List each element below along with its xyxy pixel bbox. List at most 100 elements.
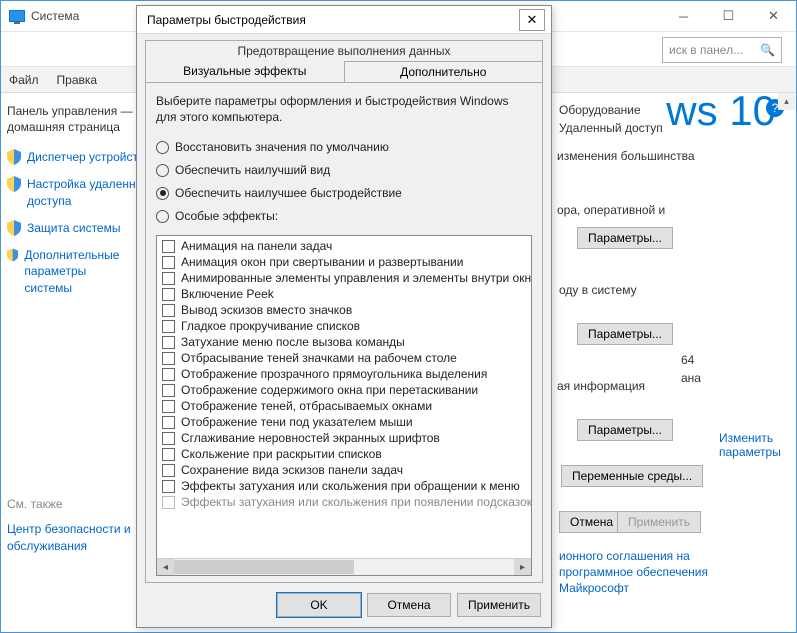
dialog-description: Выберите параметры оформления и быстроде…: [156, 93, 532, 125]
license-line-1[interactable]: ионного соглашения на: [559, 549, 690, 563]
check-item[interactable]: Включение Peek: [159, 286, 529, 302]
checkbox-icon[interactable]: [162, 384, 175, 397]
checkbox-icon[interactable]: [162, 256, 175, 269]
info-snip-5: 64: [681, 351, 694, 369]
check-item[interactable]: Скольжение при раскрытии списков: [159, 446, 529, 462]
dialog-close-button[interactable]: ✕: [519, 9, 545, 31]
checkbox-icon[interactable]: [162, 496, 175, 509]
check-item[interactable]: Отображение тени под указателем мыши: [159, 414, 529, 430]
search-icon: 🔍: [760, 43, 775, 57]
settings-button-2[interactable]: Параметры...: [577, 323, 673, 345]
settings-button-1[interactable]: Параметры...: [577, 227, 673, 249]
performance-options-dialog: Параметры быстродействия ✕ Предотвращени…: [136, 5, 552, 628]
settings-button-3[interactable]: Параметры...: [577, 419, 673, 441]
checkbox-icon[interactable]: [162, 464, 175, 477]
window-title: Система: [31, 9, 79, 23]
control-panel-home[interactable]: Панель управления — домашняя страница: [7, 103, 155, 135]
checkbox-icon[interactable]: [162, 480, 175, 493]
scroll-thumb[interactable]: [174, 560, 354, 574]
tab-advanced[interactable]: Дополнительно: [345, 61, 543, 82]
checkbox-icon[interactable]: [162, 272, 175, 285]
scroll-left-arrow[interactable]: ◂: [157, 559, 174, 576]
check-item[interactable]: Сглаживание неровностей экранных шрифтов: [159, 430, 529, 446]
close-button[interactable]: ✕: [751, 1, 796, 31]
check-item[interactable]: Отбрасывание теней значками на рабочем с…: [159, 350, 529, 366]
license-line-3[interactable]: Майкрософт: [559, 581, 629, 595]
check-item[interactable]: Анимация окон при свертывании и разверты…: [159, 254, 529, 270]
info-snip-6: ана: [681, 369, 701, 387]
nav-advanced[interactable]: Дополнительные параметры системы: [7, 247, 155, 297]
dialog-title: Параметры быстродействия: [147, 13, 306, 27]
check-item[interactable]: Отображение прозрачного прямоугольника в…: [159, 366, 529, 382]
radio-best-performance[interactable]: Обеспечить наилучшее быстродействие: [156, 186, 532, 200]
system-icon: [9, 10, 25, 22]
info-snip-2: ора, оперативной и: [557, 201, 665, 219]
tab-dep[interactable]: Предотвращение выполнения данных: [145, 40, 543, 61]
checkbox-icon[interactable]: [162, 304, 175, 317]
info-snip-1: изменения большинства: [557, 147, 695, 165]
apply-button[interactable]: Применить: [457, 593, 541, 617]
tab-remote[interactable]: Удаленный доступ: [559, 119, 663, 137]
effects-checklist[interactable]: Анимация на панели задач Анимация окон п…: [156, 235, 532, 576]
env-vars-button[interactable]: Переменные среды...: [561, 465, 703, 487]
shield-icon: [7, 247, 18, 263]
shield-icon: [7, 149, 21, 165]
maximize-button[interactable]: ☐: [706, 1, 751, 31]
see-also-label: См. также: [7, 497, 155, 511]
checkbox-icon[interactable]: [162, 352, 175, 365]
checkbox-icon[interactable]: [162, 432, 175, 445]
checkbox-icon[interactable]: [162, 240, 175, 253]
horizontal-scrollbar[interactable]: ◂ ▸: [157, 558, 531, 575]
tab-visual-effects[interactable]: Визуальные эффекты: [146, 61, 345, 82]
nav-protection[interactable]: Защита системы: [7, 220, 155, 237]
check-item[interactable]: Эффекты затухания или скольжения при поя…: [159, 494, 529, 510]
check-item[interactable]: Эффекты затухания или скольжения при обр…: [159, 478, 529, 494]
radio-icon: [156, 164, 169, 177]
checkbox-icon[interactable]: [162, 288, 175, 301]
check-item[interactable]: Отображение содержимого окна при перетас…: [159, 382, 529, 398]
info-snip-3: оду в систему: [559, 281, 637, 299]
radio-best-appearance[interactable]: Обеспечить наилучший вид: [156, 163, 532, 177]
radio-icon: [156, 141, 169, 154]
nav-device-manager[interactable]: Диспетчер устройств: [7, 149, 155, 166]
checkbox-icon[interactable]: [162, 336, 175, 349]
search-placeholder: иск в панел...: [669, 43, 743, 57]
checkbox-icon[interactable]: [162, 368, 175, 381]
windows-10-logo-text: ws 10: [666, 87, 776, 135]
shield-icon: [7, 176, 21, 192]
scroll-right-arrow[interactable]: ▸: [514, 559, 531, 576]
radio-icon: [156, 187, 169, 200]
security-center-link[interactable]: Центр безопасности и обслуживания: [7, 521, 155, 555]
cancel-button[interactable]: Отмена: [367, 593, 451, 617]
tab-hardware[interactable]: Оборудование: [559, 101, 641, 119]
radio-icon: [156, 210, 169, 223]
checkbox-icon[interactable]: [162, 400, 175, 413]
tab-row: Визуальные эффекты Дополнительно: [145, 61, 543, 83]
check-item[interactable]: Затухание меню после вызова команды: [159, 334, 529, 350]
checkbox-icon[interactable]: [162, 320, 175, 333]
check-item[interactable]: Анимация на панели задач: [159, 238, 529, 254]
license-line-2[interactable]: программное обеспечения: [559, 565, 708, 579]
nav-remote[interactable]: Настройка удаленного доступа: [7, 176, 155, 210]
checkbox-icon[interactable]: [162, 448, 175, 461]
ok-button[interactable]: OK: [277, 593, 361, 617]
check-item[interactable]: Отображение теней, отбрасываемых окнами: [159, 398, 529, 414]
minimize-button[interactable]: ─: [661, 1, 706, 31]
check-item[interactable]: Сохранение вида эскизов панели задач: [159, 462, 529, 478]
dialog-body: Выберите параметры оформления и быстроде…: [145, 83, 543, 583]
info-snip-4: ая информация: [557, 377, 645, 395]
radio-let-windows[interactable]: Восстановить значения по умолчанию: [156, 140, 532, 154]
radio-custom[interactable]: Особые эффекты:: [156, 209, 532, 223]
check-item[interactable]: Гладкое прокручивание списков: [159, 318, 529, 334]
menu-edit[interactable]: Правка: [57, 73, 98, 87]
checkbox-icon[interactable]: [162, 416, 175, 429]
check-item[interactable]: Анимированные элементы управления и элем…: [159, 270, 529, 286]
change-settings-link[interactable]: Изменить параметры: [719, 431, 781, 459]
sysprops-cancel[interactable]: Отмена: [559, 511, 624, 533]
scroll-up-arrow[interactable]: ▴: [778, 93, 795, 110]
check-item[interactable]: Вывод эскизов вместо значков: [159, 302, 529, 318]
menu-file[interactable]: Файл: [9, 73, 39, 87]
search-input[interactable]: иск в панел... 🔍: [662, 37, 782, 63]
dialog-titlebar: Параметры быстродействия ✕: [137, 6, 551, 34]
shield-icon: [7, 220, 21, 236]
